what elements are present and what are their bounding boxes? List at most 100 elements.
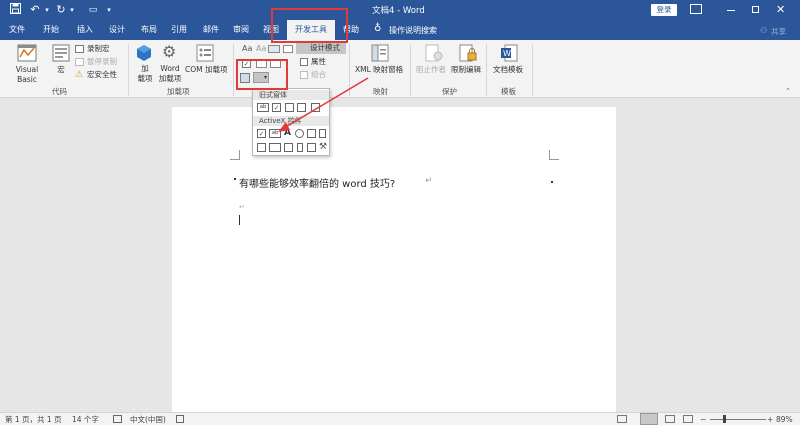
activex-image-icon[interactable] — [307, 129, 316, 138]
activex-option-icon[interactable] — [295, 129, 304, 138]
zoom-out-button[interactable]: − — [700, 414, 706, 425]
highlight-developer-tab — [271, 8, 348, 43]
activex-combo-icon[interactable] — [269, 143, 281, 152]
share-button[interactable]: 共享 — [771, 26, 786, 37]
word-addins-button[interactable]: Word 加载项 — [158, 64, 182, 84]
tab-references[interactable]: 引用 — [164, 20, 194, 40]
web-layout-icon[interactable] — [683, 415, 693, 423]
activex-textbox-icon[interactable]: ab — [269, 129, 281, 138]
activex-toggle-icon[interactable] — [284, 143, 293, 152]
record-macro-button[interactable]: 录制宏 — [87, 44, 110, 54]
close-icon[interactable]: ✕ — [776, 3, 785, 16]
print-layout-icon[interactable] — [665, 415, 675, 423]
tab-review[interactable]: 审阅 — [226, 20, 256, 40]
activex-listbox-icon[interactable] — [257, 143, 266, 152]
xml-mapping-pane-button[interactable]: XML 映射窗格 — [355, 65, 403, 75]
zoom-slider-track[interactable] — [710, 419, 766, 420]
proofing-icon[interactable] — [113, 415, 122, 423]
zoom-in-button[interactable]: + — [767, 414, 773, 425]
activex-label-icon[interactable]: A — [284, 128, 291, 138]
visual-basic-icon[interactable] — [17, 44, 37, 65]
xml-mapping-icon[interactable] — [371, 44, 389, 65]
restore-icon[interactable] — [752, 6, 759, 13]
language[interactable]: 中文(中国) — [130, 414, 166, 425]
com-addins-button[interactable]: COM 加载项 — [185, 65, 228, 75]
com-addins-icon[interactable] — [196, 44, 214, 65]
design-mode-button[interactable]: 设计模式 — [296, 43, 346, 54]
activex-scrollbar-icon[interactable] — [297, 143, 303, 152]
activex-checkbox-icon[interactable]: ✓ — [257, 129, 266, 138]
zoom-level[interactable]: 89% — [776, 414, 793, 425]
repeat-dropdown-icon[interactable]: ▾ — [65, 3, 79, 17]
activex-spin-icon[interactable] — [319, 129, 326, 138]
block-authors-icon — [425, 44, 443, 65]
more-controls-icon[interactable]: ⚒ — [319, 142, 327, 152]
tab-layout[interactable]: 布局 — [134, 20, 164, 40]
restrict-editing-icon[interactable] — [459, 44, 477, 65]
macros-icon[interactable] — [52, 44, 70, 65]
activex-command-icon[interactable] — [307, 143, 316, 152]
group-label-protect: 保护 — [442, 87, 457, 96]
addins-icon[interactable] — [136, 44, 152, 65]
customize-qat-icon[interactable]: ▭ — [86, 3, 100, 17]
drop-down-form-icon[interactable] — [285, 103, 294, 112]
save-icon[interactable] — [8, 3, 22, 17]
tab-file[interactable]: 文件 — [0, 20, 34, 40]
plain-text-control-icon[interactable]: Aa — [256, 44, 266, 53]
tell-me-search[interactable]: 操作说明搜索 — [389, 25, 437, 36]
undo-dropdown-icon[interactable]: ▾ — [40, 3, 54, 17]
zoom-slider-thumb[interactable] — [723, 415, 726, 423]
restrict-editing-button[interactable]: 限制编辑 — [451, 65, 481, 75]
word-count[interactable]: 14 个字 — [72, 414, 99, 425]
focus-mode-icon[interactable] — [617, 415, 627, 423]
rich-text-control-icon[interactable]: Aa — [242, 44, 252, 53]
record-macro-icon[interactable] — [75, 45, 84, 53]
share-icon[interactable]: ⚇ — [760, 26, 767, 35]
highlight-legacy-tools — [236, 59, 288, 90]
title-bar: ↶ ▾ ↻ ▾ ▭ ▾ 文档4 - Word 登录 ✕ — [0, 0, 800, 20]
addins-button[interactable]: 加 载项 — [136, 64, 154, 84]
group-label-code: 代码 — [52, 87, 67, 96]
text-cursor — [239, 215, 240, 225]
document-page[interactable]: 有哪些能够效率翻倍的 word 技巧? ↵ ↵ — [172, 107, 616, 412]
status-bar: 第 1 页，共 1 页 14 个字 中文(中国) − + 89% — [0, 412, 800, 425]
group-separator — [349, 44, 350, 96]
document-line-1[interactable]: 有哪些能够效率翻倍的 word 技巧? — [239, 175, 395, 190]
properties-icon[interactable] — [300, 58, 308, 66]
qat-more-icon[interactable]: ▾ — [102, 3, 116, 17]
macros-button[interactable]: 宏 — [54, 65, 68, 75]
bullet-right — [551, 181, 553, 183]
ribbon-display-options-icon[interactable] — [690, 4, 702, 14]
activex-controls-header: ActiveX 控件 — [253, 116, 329, 126]
macro-record-icon[interactable] — [176, 415, 184, 423]
properties-button[interactable]: 属性 — [311, 57, 326, 67]
page-count[interactable]: 第 1 页，共 1 页 — [5, 414, 62, 425]
group-separator — [410, 44, 411, 96]
tab-mailings[interactable]: 邮件 — [196, 20, 226, 40]
picture-control-icon[interactable] — [268, 45, 280, 53]
text-field-control-icon[interactable]: ab — [257, 103, 269, 112]
group-label-templates: 模板 — [501, 87, 516, 96]
login-button[interactable]: 登录 — [651, 4, 677, 16]
frame-form-icon[interactable] — [297, 103, 306, 112]
document-template-button[interactable]: 文档模板 — [493, 65, 523, 75]
collapse-ribbon-icon[interactable]: ⌃ — [785, 87, 791, 95]
block-authors-button: 阻止作者 — [416, 65, 446, 74]
group-separator — [486, 44, 487, 96]
paragraph-mark: ↵ — [425, 176, 433, 186]
building-block-icon[interactable] — [283, 45, 293, 53]
shading-form-icon[interactable] — [311, 103, 320, 112]
tab-home[interactable]: 开始 — [36, 20, 66, 40]
minimize-icon[interactable] — [727, 10, 735, 11]
check-box-form-icon[interactable]: ✓ — [272, 103, 281, 112]
visual-basic-button[interactable]: Visual Basic — [5, 65, 49, 85]
window-title: 文档4 - Word — [372, 6, 425, 16]
paragraph-mark: ↵ — [239, 203, 245, 211]
pause-recording-button: 暂停录制 — [87, 57, 117, 66]
document-template-icon[interactable]: W — [500, 44, 518, 65]
tab-design[interactable]: 设计 — [102, 20, 132, 40]
word-addins-icon[interactable]: ⚙ — [162, 43, 176, 61]
macro-security-button[interactable]: 宏安全性 — [87, 70, 117, 80]
read-mode-icon[interactable] — [640, 413, 658, 425]
tab-insert[interactable]: 插入 — [70, 20, 100, 40]
